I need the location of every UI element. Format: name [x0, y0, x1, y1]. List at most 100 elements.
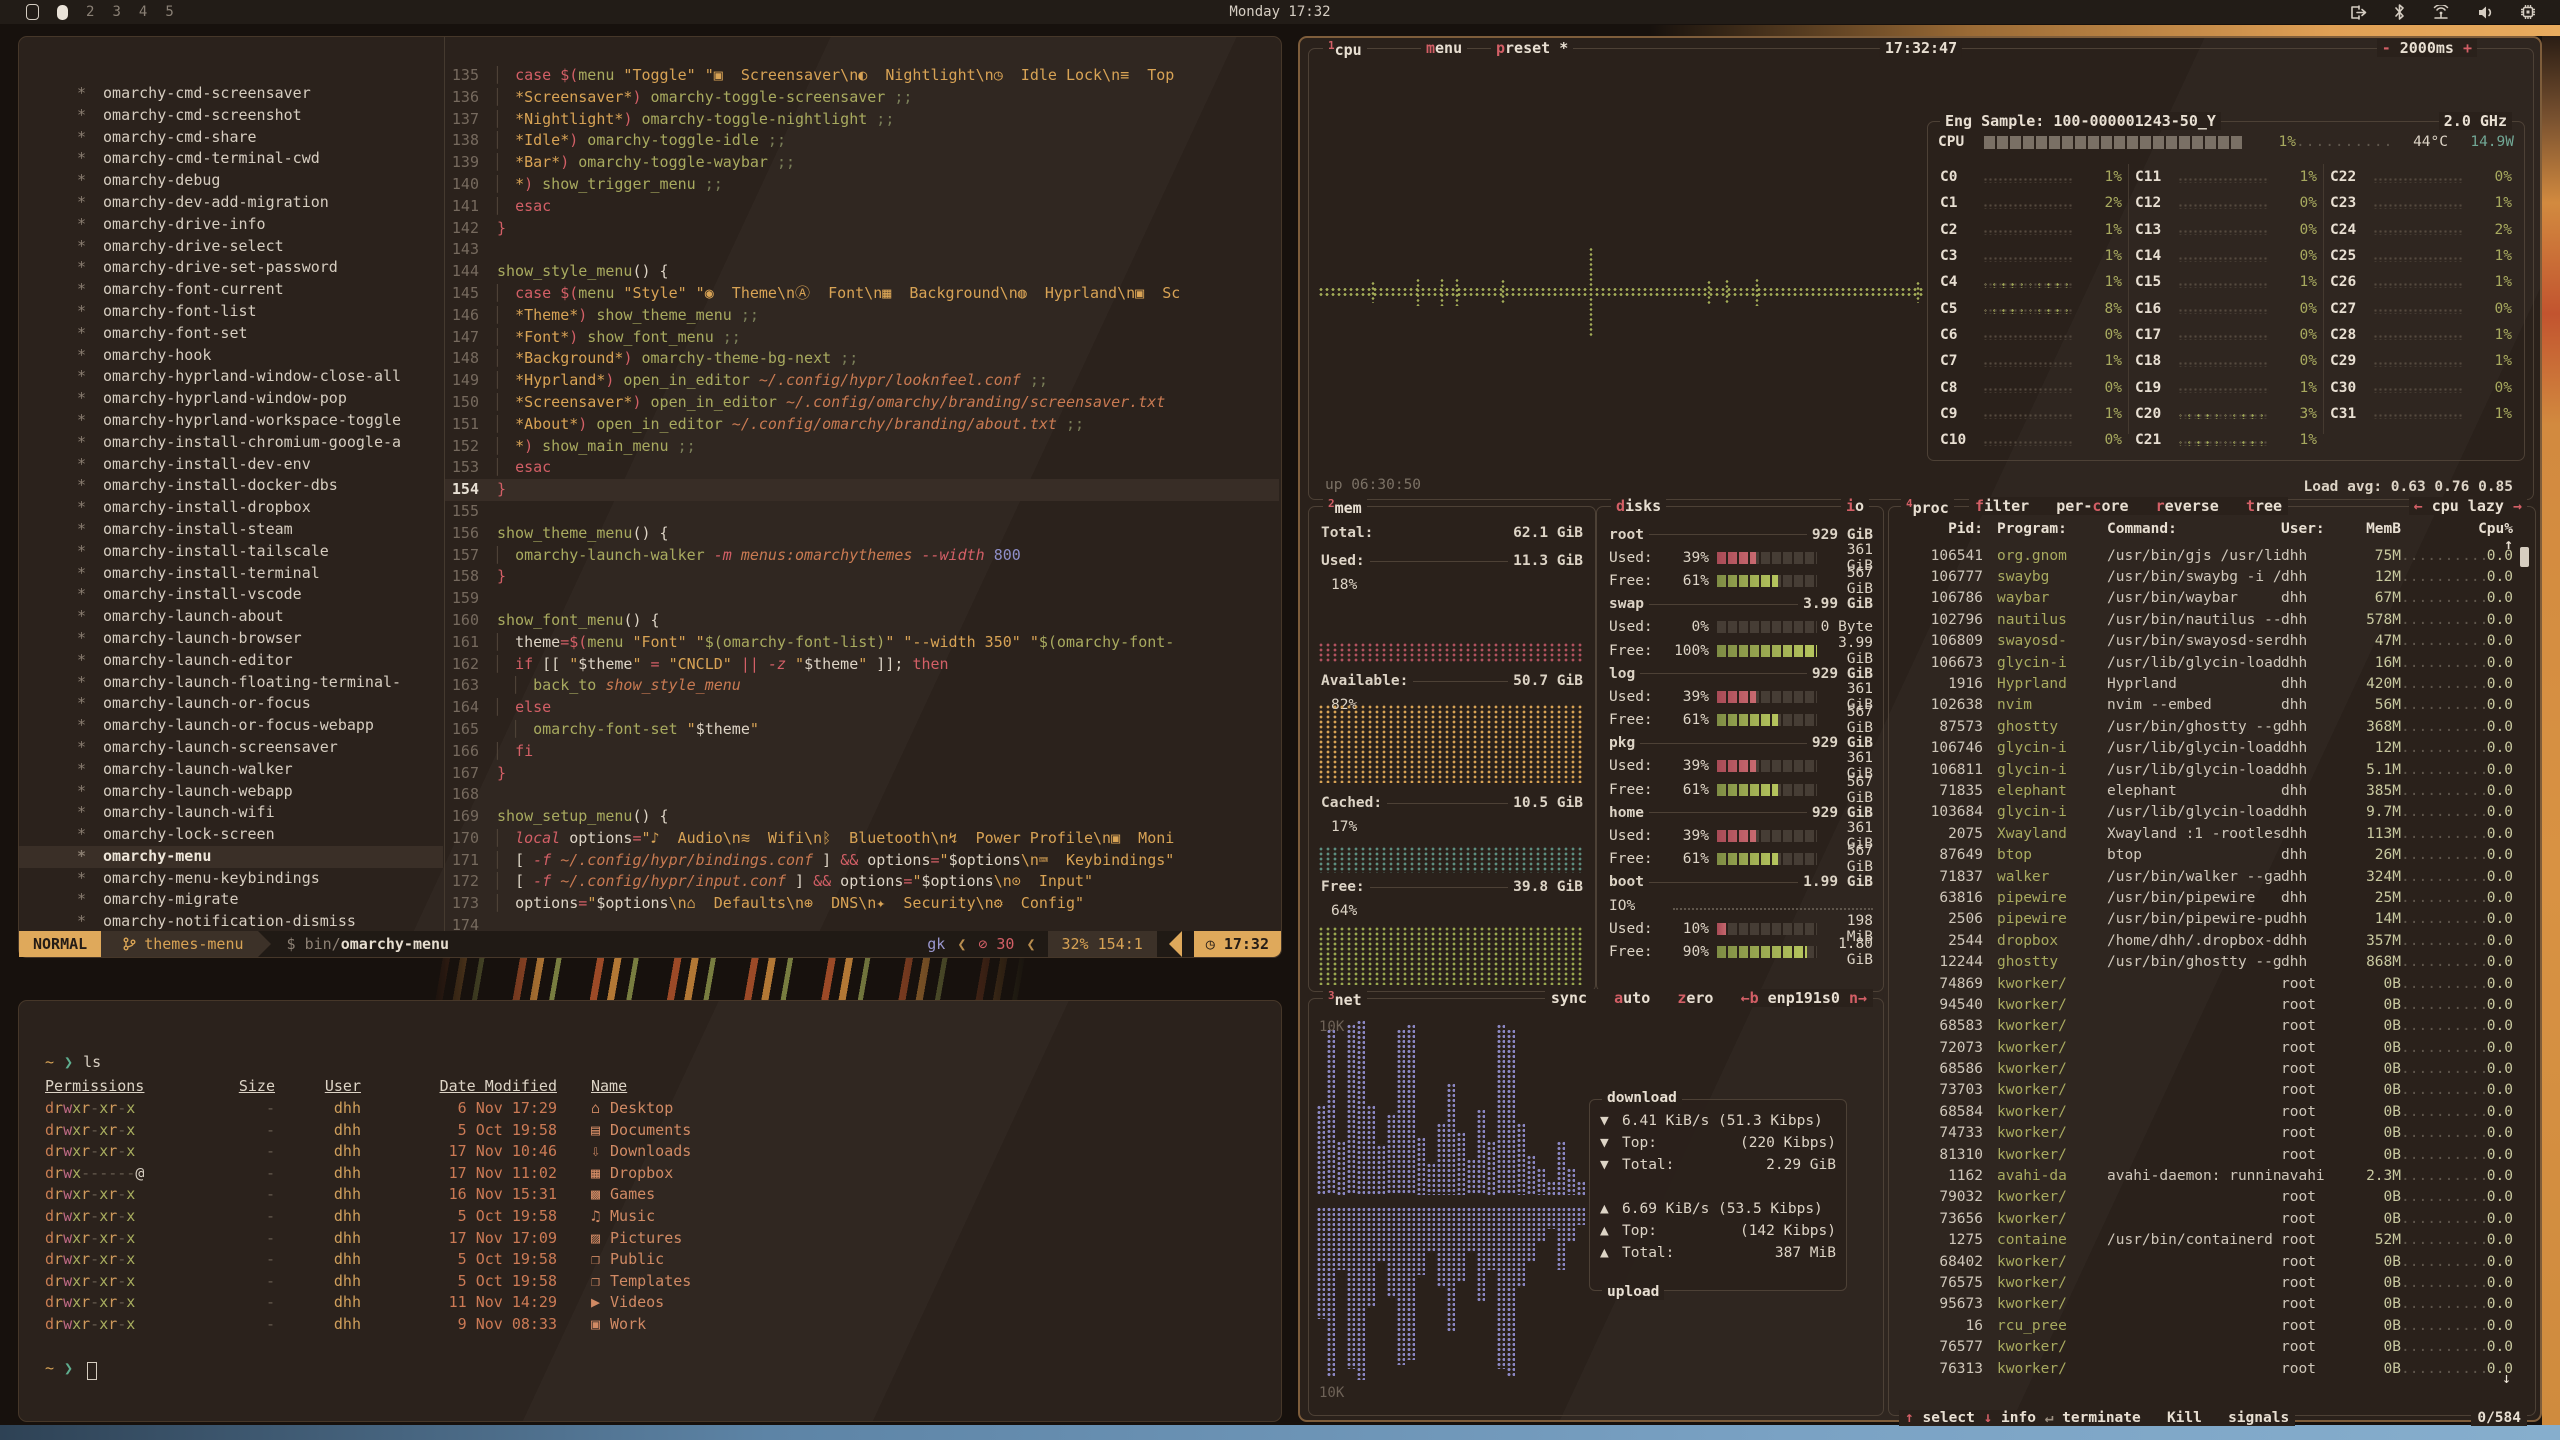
process-row[interactable]: 106809swayosd-/usr/bin/swayosd-serverdhh… — [1899, 631, 2513, 652]
explorer-item[interactable]: *omarchy-cmd-screensaver — [19, 83, 443, 105]
menu-button[interactable]: menu — [1421, 39, 1467, 57]
process-row[interactable]: 103684glycin-i/usr/lib/glycin-loadersdhh… — [1899, 802, 2513, 823]
explorer-item[interactable]: *omarchy-hook — [19, 345, 443, 367]
explorer-item[interactable]: *omarchy-drive-set-password — [19, 257, 443, 279]
disks-panel-title[interactable]: disks — [1611, 497, 1666, 515]
process-row[interactable]: 71835elephantelephantdhh385M..........0.… — [1899, 780, 2513, 801]
memory-panel-title[interactable]: 2mem — [1323, 497, 1367, 517]
io-toggle[interactable]: io — [1841, 497, 1869, 515]
network-icon[interactable] — [2431, 5, 2451, 20]
process-row[interactable]: 2506pipewire/usr/bin/pipewire-pulsedhh14… — [1899, 909, 2513, 930]
process-row[interactable]: 76577kworker/root0B..........0.0 — [1899, 1336, 2513, 1357]
process-row[interactable]: 106673glycin-i/usr/lib/glycin-loadersdhh… — [1899, 652, 2513, 673]
process-row[interactable]: 1275containe/usr/bin/containerdroot52M..… — [1899, 1230, 2513, 1251]
explorer-item[interactable]: *omarchy-launch-or-focus-webapp — [19, 715, 443, 737]
process-row[interactable]: 102638nvimnvim --embeddhh56M..........0.… — [1899, 695, 2513, 716]
explorer-item[interactable]: *omarchy-launch-about — [19, 606, 443, 628]
explorer-item[interactable]: *omarchy-install-steam — [19, 519, 443, 541]
process-row[interactable]: 106786waybar/usr/bin/waybardhh67M.......… — [1899, 588, 2513, 609]
network-panel-title[interactable]: 3net — [1323, 989, 1367, 1009]
explorer-item[interactable]: *omarchy-launch-walker — [19, 759, 443, 781]
explorer-item[interactable]: *omarchy-cmd-screenshot — [19, 105, 443, 127]
explorer-item[interactable]: *omarchy-menu — [19, 846, 443, 868]
explorer-item[interactable]: *omarchy-install-tailscale — [19, 541, 443, 563]
explorer-item[interactable]: *omarchy-hyprland-window-close-all — [19, 366, 443, 388]
shell-prompt-line[interactable]: ~❯ — [45, 1359, 97, 1377]
preset-button[interactable]: preset * — [1491, 39, 1573, 57]
explorer-item[interactable]: *omarchy-debug — [19, 170, 443, 192]
process-row[interactable]: 12244ghostty/usr/bin/ghostty --gtk-dhh86… — [1899, 951, 2513, 972]
chip-icon[interactable] — [2520, 4, 2536, 20]
explorer-item[interactable]: *omarchy-drive-select — [19, 236, 443, 258]
explorer-item[interactable]: *omarchy-dev-add-migration — [19, 192, 443, 214]
explorer-item[interactable]: *omarchy-install-vscode — [19, 584, 443, 606]
volume-icon[interactable] — [2477, 5, 2494, 20]
process-footer[interactable]: ↑ select ↓ info ↵ terminate Kill signals — [1899, 1410, 2295, 1426]
explorer-item[interactable]: *omarchy-cmd-terminal-cwd — [19, 148, 443, 170]
clock[interactable]: Monday 17:32 — [1229, 4, 1330, 20]
workspace-3[interactable]: 3 — [112, 4, 120, 20]
explorer-item[interactable]: *omarchy-font-list — [19, 301, 443, 323]
workspace-4[interactable]: 4 — [139, 4, 147, 20]
explorer-item[interactable]: *omarchy-notification-dismiss — [19, 911, 443, 933]
process-scrollbar[interactable] — [2520, 547, 2529, 567]
explorer-item[interactable]: *omarchy-launch-browser — [19, 628, 443, 650]
explorer-item[interactable]: *omarchy-launch-editor — [19, 650, 443, 672]
process-controls[interactable]: filter per-core reverse tree — [1969, 497, 2288, 515]
process-row[interactable]: 87573ghostty/usr/bin/ghostty --gtk-dhh36… — [1899, 716, 2513, 737]
process-row[interactable]: 63816pipewire/usr/bin/pipewiredhh25M....… — [1899, 887, 2513, 908]
explorer-item[interactable]: *omarchy-menu-keybindings — [19, 868, 443, 890]
explorer-item[interactable]: *omarchy-font-current — [19, 279, 443, 301]
code-pane[interactable]: 135▏ case $(menu "Toggle" "▣ Screensaver… — [445, 65, 1279, 937]
explorer-item[interactable]: *omarchy-lock-screen — [19, 824, 443, 846]
workspace-active-indicator[interactable] — [57, 5, 68, 20]
explorer-item[interactable]: *omarchy-install-terminal — [19, 563, 443, 585]
git-branch[interactable]: themes-menu — [101, 931, 257, 957]
process-row[interactable]: 73703kworker/root0B..........0.0 — [1899, 1080, 2513, 1101]
explorer-item[interactable]: *omarchy-cmd-share — [19, 127, 443, 149]
process-row[interactable]: 1916HyprlandHyprlanddhh420M..........0.0 — [1899, 673, 2513, 694]
explorer-item[interactable]: *omarchy-hyprland-window-pop — [19, 388, 443, 410]
process-row[interactable]: 73656kworker/root0B..........0.0 — [1899, 1208, 2513, 1229]
workspace-2[interactable]: 2 — [86, 4, 94, 20]
explorer-item[interactable]: *omarchy-install-docker-dbs — [19, 475, 443, 497]
process-row[interactable]: 74733kworker/root0B..........0.0 — [1899, 1123, 2513, 1144]
explorer-item[interactable]: *omarchy-install-dropbox — [19, 497, 443, 519]
explorer-item[interactable]: *omarchy-launch-wifi — [19, 802, 443, 824]
explorer-item[interactable]: *omarchy-install-dev-env — [19, 454, 443, 476]
process-row[interactable]: 16rcu_preeroot0B..........0.0 — [1899, 1315, 2513, 1336]
explorer-item[interactable]: *omarchy-launch-or-focus — [19, 693, 443, 715]
process-row[interactable]: 74869kworker/root0B..........0.0 — [1899, 973, 2513, 994]
process-row[interactable]: 81310kworker/root0B..........0.0 — [1899, 1144, 2513, 1165]
workspace-5[interactable]: 5 — [165, 4, 173, 20]
network-controls[interactable]: sync auto zero ←b enp191s0 n→ — [1545, 989, 1873, 1007]
explorer-item[interactable]: *omarchy-launch-screensaver — [19, 737, 443, 759]
process-sort[interactable]: ← cpu lazy → — [2409, 497, 2527, 515]
process-panel-title[interactable]: 4proc — [1901, 497, 1954, 517]
process-row[interactable]: 2075XwaylandXwayland :1 -rootless -dhh11… — [1899, 823, 2513, 844]
process-row[interactable]: 94540kworker/root0B..........0.0 — [1899, 994, 2513, 1015]
process-row[interactable]: 2544dropbox/home/dhh/.dropbox-distdhh357… — [1899, 930, 2513, 951]
apps-icon[interactable] — [26, 4, 39, 20]
explorer-item[interactable]: *omarchy-font-set — [19, 323, 443, 345]
process-row[interactable]: 106777swaybg/usr/bin/swaybg -i /homdhh12… — [1899, 566, 2513, 587]
bluetooth-icon[interactable] — [2394, 4, 2405, 20]
process-row[interactable]: 71837walker/usr/bin/walker --gappldhh324… — [1899, 866, 2513, 887]
process-row[interactable]: 76313kworker/root0B..........0.0 — [1899, 1358, 2513, 1379]
process-row[interactable]: 1162avahi-daavahi-daemon: running [avahi… — [1899, 1165, 2513, 1186]
cpu-panel-title[interactable]: 1cpu — [1323, 39, 1367, 59]
process-row[interactable]: 95673kworker/root0B..........0.0 — [1899, 1294, 2513, 1315]
explorer-item[interactable]: *omarchy-hyprland-workspace-toggle — [19, 410, 443, 432]
scroll-down-icon[interactable]: ↓ — [2502, 1369, 2511, 1387]
process-row[interactable]: 68402kworker/root0B..........0.0 — [1899, 1251, 2513, 1272]
process-row[interactable]: 87649btopbtopdhh26M..........0.0 — [1899, 844, 2513, 865]
process-row[interactable]: 79032kworker/root0B..........0.0 — [1899, 1187, 2513, 1208]
diagnostics-count[interactable]: ⊘ 30 — [978, 935, 1014, 953]
process-row[interactable]: 102796nautilus/usr/bin/nautilus --newdhh… — [1899, 609, 2513, 630]
process-row[interactable]: 68584kworker/root0B..........0.0 — [1899, 1101, 2513, 1122]
explorer-item[interactable]: *omarchy-launch-webapp — [19, 781, 443, 803]
process-row[interactable]: 68586kworker/root0B..........0.0 — [1899, 1058, 2513, 1079]
process-row[interactable]: 72073kworker/root0B..........0.0 — [1899, 1037, 2513, 1058]
process-row[interactable]: 106541org.gnom/usr/bin/gjs /usr/lib/odhh… — [1899, 545, 2513, 566]
explorer-item[interactable]: *omarchy-install-chromium-google-a — [19, 432, 443, 454]
